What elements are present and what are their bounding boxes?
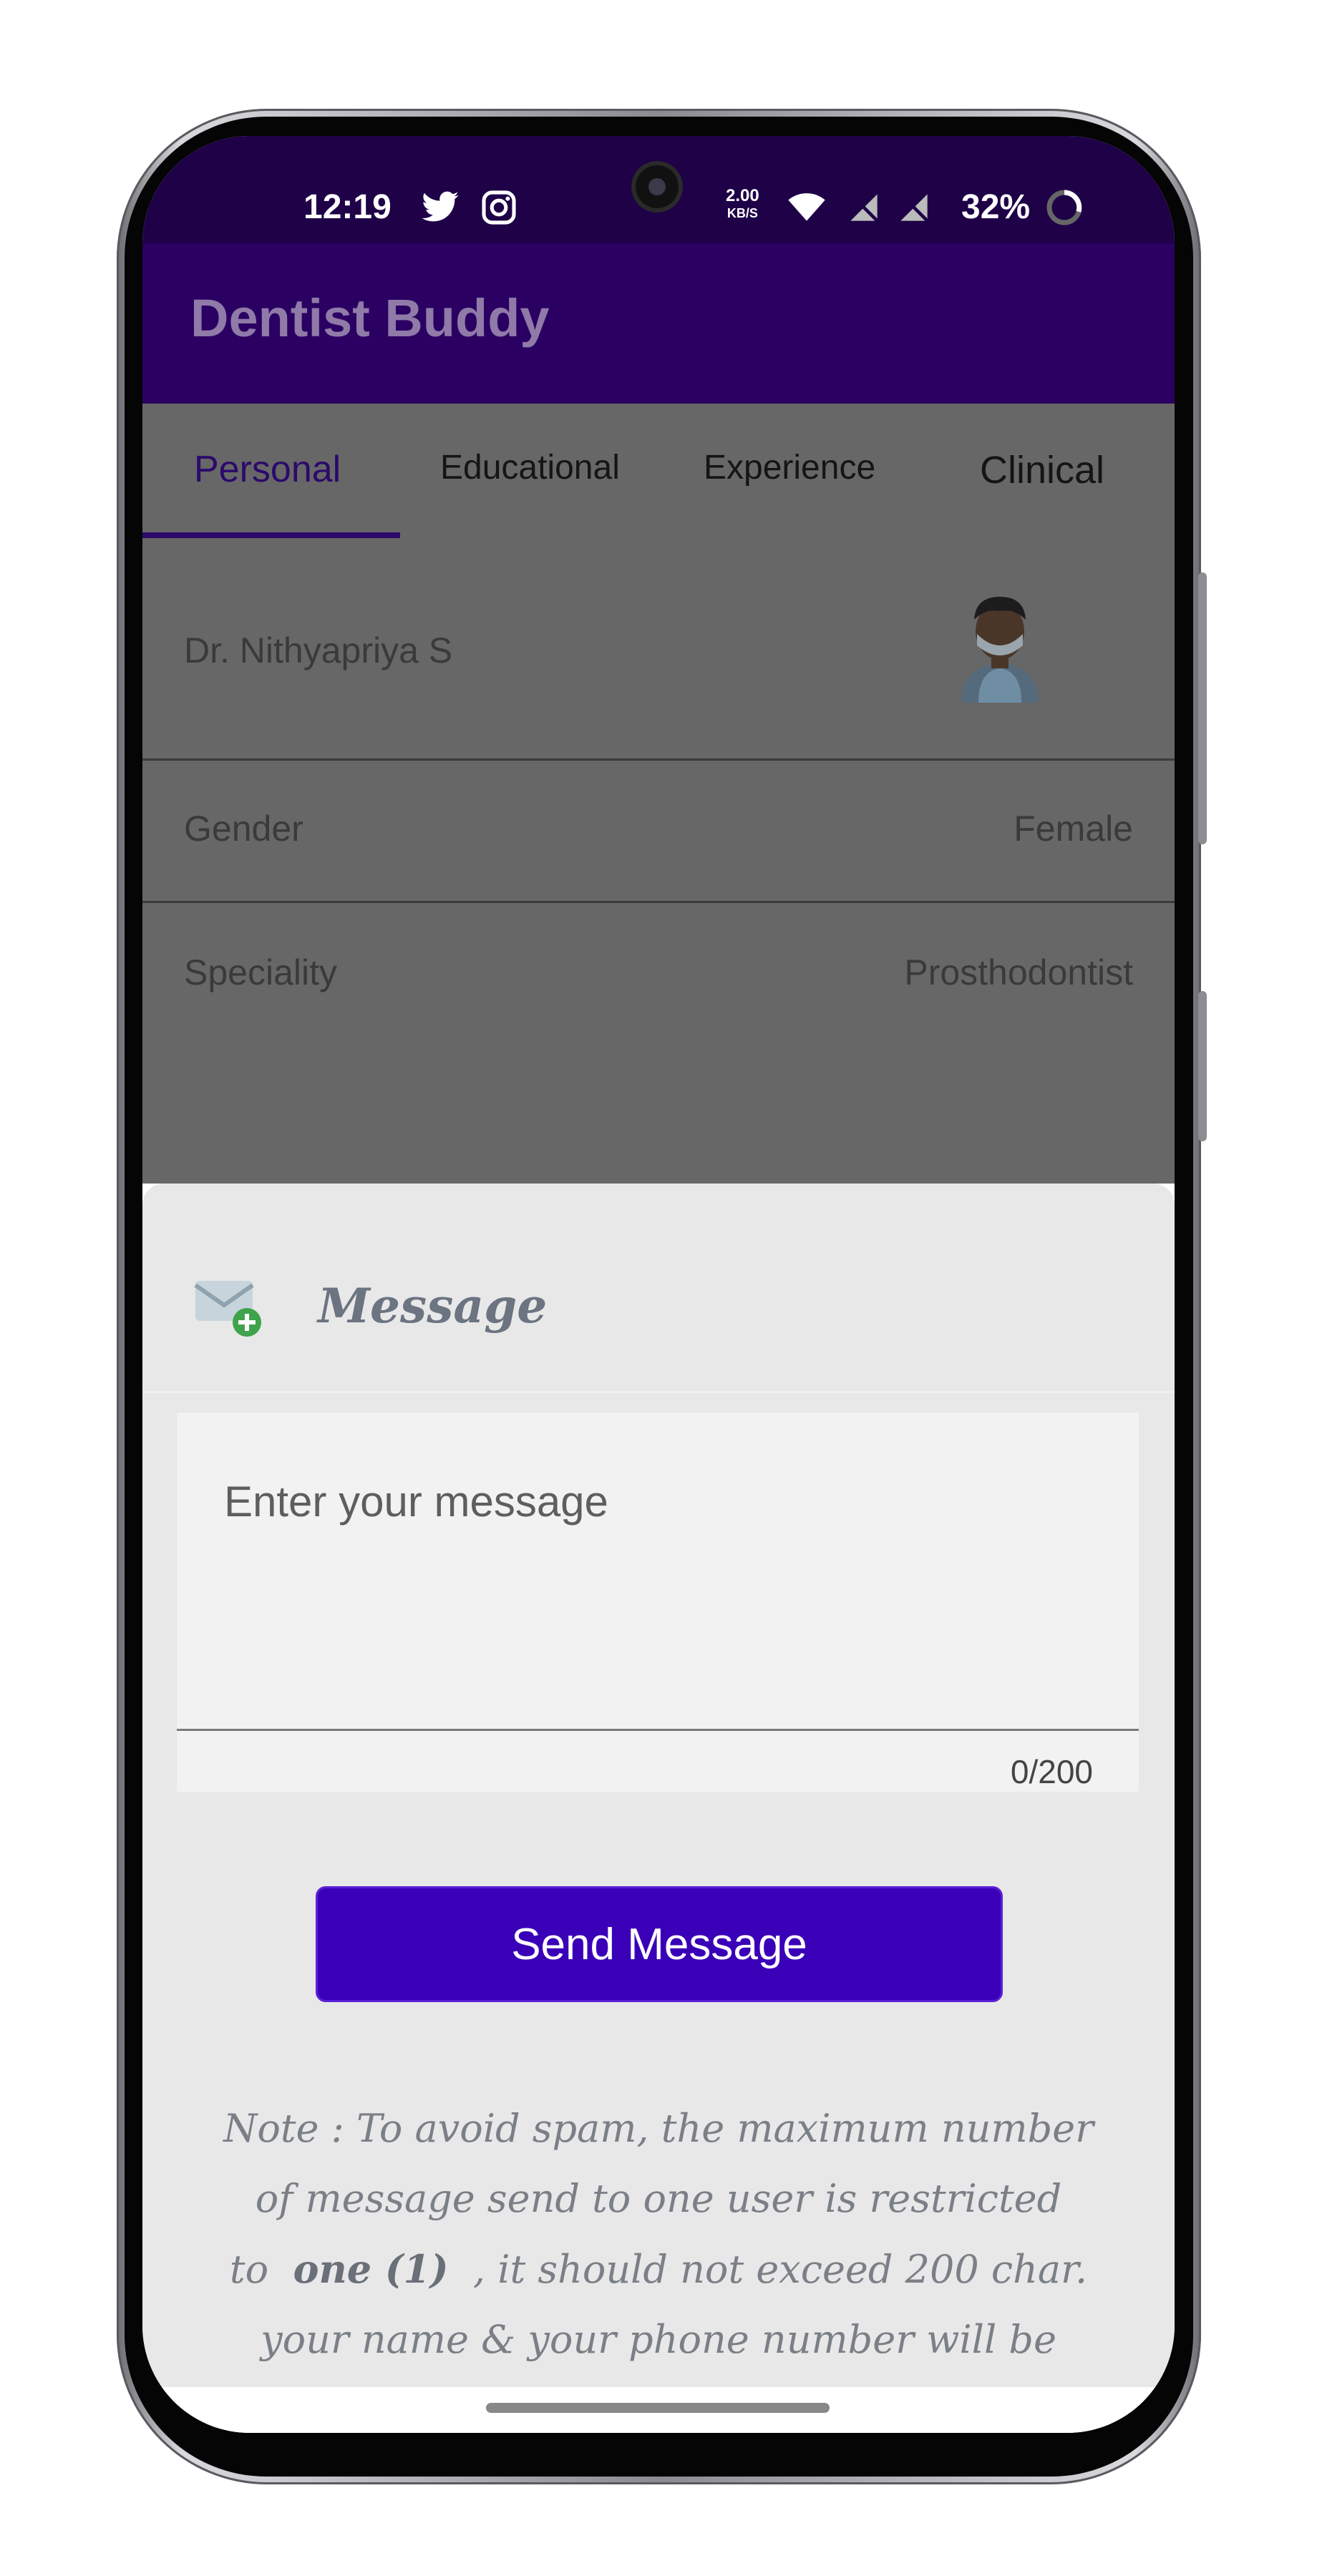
tab-educational[interactable]: Educational bbox=[440, 448, 620, 487]
app-bar: Dentist Buddy bbox=[142, 243, 1175, 404]
home-indicator[interactable] bbox=[486, 2403, 830, 2413]
add-mail-icon bbox=[194, 1281, 261, 1337]
send-message-button[interactable]: Send Message bbox=[316, 1886, 1003, 2002]
status-time: 12:19 bbox=[303, 188, 392, 226]
tab-personal[interactable]: Personal bbox=[194, 448, 341, 491]
message-input[interactable] bbox=[177, 1413, 1139, 1731]
no-sim-icon bbox=[898, 191, 930, 224]
profile-content: Personal Educational Experience Clinical… bbox=[142, 404, 1175, 1184]
note-line: Note : To avoid spam, the maximum number bbox=[223, 2106, 1094, 2151]
tab-experience[interactable]: Experience bbox=[704, 448, 875, 487]
note-line: of message send to one user is restricte… bbox=[255, 2176, 1062, 2221]
note-limit: one (1) bbox=[293, 2246, 449, 2292]
network-speed-value: 2.00 bbox=[726, 186, 759, 205]
message-input-box: 0/200 bbox=[177, 1413, 1139, 1792]
profile-name-row: Dr. Nithyapriya S bbox=[142, 540, 1175, 761]
twitter-icon bbox=[422, 191, 459, 222]
screen: 12:19 2.00 KB/S 32% Dentist Buddy Person… bbox=[142, 136, 1175, 2433]
gender-label: Gender bbox=[184, 809, 303, 849]
wifi-icon bbox=[788, 193, 825, 221]
front-camera bbox=[631, 161, 683, 213]
app-title: Dentist Buddy bbox=[190, 288, 550, 348]
note-text: to bbox=[229, 2247, 269, 2292]
instagram-icon bbox=[482, 190, 516, 225]
network-speed-unit: KB/S bbox=[726, 206, 758, 220]
no-sim-icon bbox=[847, 191, 880, 224]
gender-value: Female bbox=[1014, 809, 1133, 849]
battery-ring-icon bbox=[1046, 190, 1082, 225]
sheet-header: Message bbox=[142, 1184, 1175, 1393]
power-button bbox=[1198, 572, 1207, 844]
volume-button bbox=[1198, 991, 1207, 1141]
tab-bar: Personal Educational Experience Clinical bbox=[142, 404, 1175, 540]
speciality-row: Speciality Prosthodontist bbox=[142, 903, 1175, 1046]
dentist-avatar-icon bbox=[961, 597, 1039, 703]
profile-name: Dr. Nithyapriya S bbox=[184, 630, 453, 670]
battery-percent: 32% bbox=[961, 188, 1031, 226]
note-line: your name & your phone number will be bbox=[261, 2317, 1056, 2362]
message-bottom-sheet: Message 0/200 Send Message Note : To avo… bbox=[142, 1184, 1175, 2433]
spam-note: Note : To avoid spam, the maximum number… bbox=[193, 2094, 1124, 2433]
tab-clinical[interactable]: Clinical bbox=[980, 448, 1104, 492]
note-line: to one (1) , it should not exceed 200 ch… bbox=[193, 2234, 1124, 2305]
note-text: , it should not exceed 200 char. bbox=[472, 2247, 1088, 2292]
gender-row: Gender Female bbox=[142, 761, 1175, 903]
sheet-title: Message bbox=[318, 1278, 548, 1334]
speciality-value: Prosthodontist bbox=[904, 952, 1133, 992]
network-speed: 2.00 KB/S bbox=[726, 187, 759, 222]
char-counter: 0/200 bbox=[1010, 1753, 1093, 1790]
tab-indicator bbox=[142, 532, 400, 538]
speciality-label: Speciality bbox=[184, 952, 337, 992]
